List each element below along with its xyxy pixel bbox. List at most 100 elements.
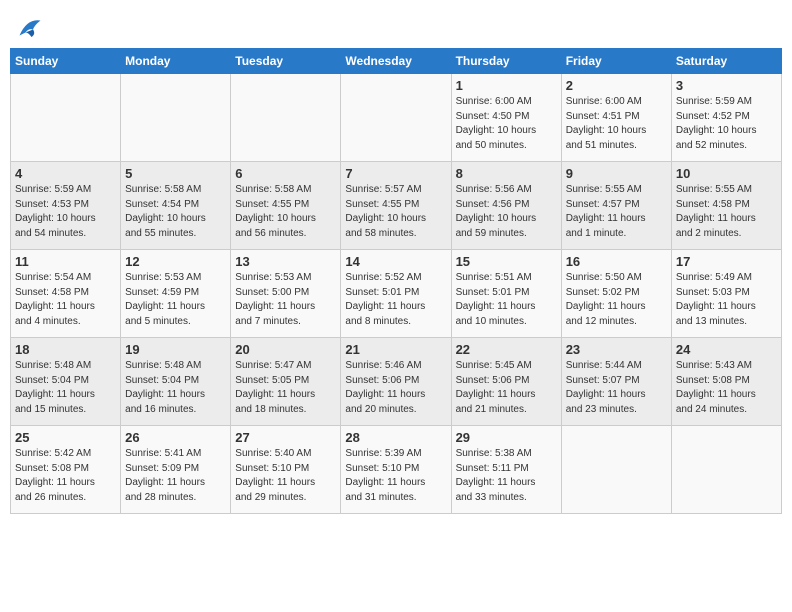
calendar-cell: 12 Sunrise: 5:53 AM Sunset: 4:59 PM Dayli…: [121, 250, 231, 338]
day-number: 28: [345, 430, 446, 445]
calendar-cell: 11Sunrise: 5:54 AM Sunset: 4:58 PM Dayli…: [11, 250, 121, 338]
day-info: Sunrise: 5:48 AM Sunset: 5:04 PM Dayligh…: [125, 359, 226, 417]
calendar-cell: 27 Sunrise: 5:40 AM Sunset: 5:10 PM Dayli…: [231, 426, 341, 514]
calendar-cell: 1 Sunrise: 6:00 AM Sunset: 4:50 PM Daylig…: [451, 74, 561, 162]
day-info: Sunrise: 5:38 AM Sunset: 5:11 PM Dayligh…: [456, 447, 557, 505]
calendar-cell: 20 Sunrise: 5:47 AM Sunset: 5:05 PM Dayli…: [231, 338, 341, 426]
day-info: Sunrise: 5:41 AM Sunset: 5:09 PM Dayligh…: [125, 447, 226, 505]
calendar-week-row: 25 Sunrise: 5:42 AM Sunset: 5:08 PM Dayli…: [11, 426, 782, 514]
calendar-cell: [561, 426, 671, 514]
calendar-cell: [671, 426, 781, 514]
day-number: 13: [235, 254, 336, 269]
calendar-cell: 23 Sunrise: 5:44 AM Sunset: 5:07 PM Dayli…: [561, 338, 671, 426]
calendar-cell: 9 Sunrise: 5:55 AM Sunset: 4:57 PM Daylig…: [561, 162, 671, 250]
day-number: 20: [235, 342, 336, 357]
day-number: 10: [676, 166, 777, 181]
day-info: Sunrise: 5:48 AM Sunset: 5:04 PM Dayligh…: [15, 359, 116, 417]
day-info: Sunrise: 5:59 AM Sunset: 4:52 PM Dayligh…: [676, 95, 777, 153]
day-info: Sunrise: 5:53 AM Sunset: 4:59 PM Dayligh…: [125, 271, 226, 329]
day-info: Sunrise: 5:45 AM Sunset: 5:06 PM Dayligh…: [456, 359, 557, 417]
calendar-cell: 26 Sunrise: 5:41 AM Sunset: 5:09 PM Dayli…: [121, 426, 231, 514]
calendar-cell: 8 Sunrise: 5:56 AM Sunset: 4:56 PM Daylig…: [451, 162, 561, 250]
col-header-monday: Monday: [121, 49, 231, 74]
day-number: 21: [345, 342, 446, 357]
day-number: 6: [235, 166, 336, 181]
calendar-cell: 16Sunrise: 5:50 AM Sunset: 5:02 PM Dayli…: [561, 250, 671, 338]
calendar-cell: 6Sunrise: 5:58 AM Sunset: 4:55 PM Daylig…: [231, 162, 341, 250]
calendar-body: 1 Sunrise: 6:00 AM Sunset: 4:50 PM Daylig…: [11, 74, 782, 514]
day-info: Sunrise: 5:55 AM Sunset: 4:57 PM Dayligh…: [566, 183, 667, 241]
day-number: 17: [676, 254, 777, 269]
day-number: 11: [15, 254, 116, 269]
day-info: Sunrise: 5:40 AM Sunset: 5:10 PM Dayligh…: [235, 447, 336, 505]
calendar-cell: 7 Sunrise: 5:57 AM Sunset: 4:55 PM Daylig…: [341, 162, 451, 250]
day-info: Sunrise: 5:42 AM Sunset: 5:08 PM Dayligh…: [15, 447, 116, 505]
calendar-cell: 25 Sunrise: 5:42 AM Sunset: 5:08 PM Dayli…: [11, 426, 121, 514]
day-number: 8: [456, 166, 557, 181]
day-info: Sunrise: 5:43 AM Sunset: 5:08 PM Dayligh…: [676, 359, 777, 417]
calendar-week-row: 18 Sunrise: 5:48 AM Sunset: 5:04 PM Dayli…: [11, 338, 782, 426]
calendar-cell: 22 Sunrise: 5:45 AM Sunset: 5:06 PM Dayli…: [451, 338, 561, 426]
day-number: 4: [15, 166, 116, 181]
day-number: 29: [456, 430, 557, 445]
day-number: 26: [125, 430, 226, 445]
calendar-week-row: 4 Sunrise: 5:59 AM Sunset: 4:53 PM Daylig…: [11, 162, 782, 250]
day-number: 1: [456, 78, 557, 93]
day-number: 23: [566, 342, 667, 357]
calendar-cell: [231, 74, 341, 162]
day-number: 12: [125, 254, 226, 269]
day-number: 7: [345, 166, 446, 181]
day-info: Sunrise: 5:47 AM Sunset: 5:05 PM Dayligh…: [235, 359, 336, 417]
day-info: Sunrise: 5:44 AM Sunset: 5:07 PM Dayligh…: [566, 359, 667, 417]
day-info: Sunrise: 5:57 AM Sunset: 4:55 PM Dayligh…: [345, 183, 446, 241]
calendar-cell: 4 Sunrise: 5:59 AM Sunset: 4:53 PM Daylig…: [11, 162, 121, 250]
calendar-cell: 15Sunrise: 5:51 AM Sunset: 5:01 PM Dayli…: [451, 250, 561, 338]
day-info: Sunrise: 6:00 AM Sunset: 4:50 PM Dayligh…: [456, 95, 557, 153]
day-number: 18: [15, 342, 116, 357]
day-number: 19: [125, 342, 226, 357]
day-number: 3: [676, 78, 777, 93]
day-info: Sunrise: 5:52 AM Sunset: 5:01 PM Dayligh…: [345, 271, 446, 329]
day-number: 5: [125, 166, 226, 181]
calendar-week-row: 11Sunrise: 5:54 AM Sunset: 4:58 PM Dayli…: [11, 250, 782, 338]
col-header-sunday: Sunday: [11, 49, 121, 74]
calendar-cell: [121, 74, 231, 162]
calendar-table: SundayMondayTuesdayWednesdayThursdayFrid…: [10, 48, 782, 514]
day-info: Sunrise: 5:39 AM Sunset: 5:10 PM Dayligh…: [345, 447, 446, 505]
col-header-tuesday: Tuesday: [231, 49, 341, 74]
calendar-cell: 29 Sunrise: 5:38 AM Sunset: 5:11 PM Dayli…: [451, 426, 561, 514]
col-header-saturday: Saturday: [671, 49, 781, 74]
calendar-cell: 24 Sunrise: 5:43 AM Sunset: 5:08 PM Dayli…: [671, 338, 781, 426]
day-info: Sunrise: 5:50 AM Sunset: 5:02 PM Dayligh…: [566, 271, 667, 329]
col-header-wednesday: Wednesday: [341, 49, 451, 74]
day-info: Sunrise: 5:58 AM Sunset: 4:54 PM Dayligh…: [125, 183, 226, 241]
page-header: [10, 10, 782, 42]
day-number: 9: [566, 166, 667, 181]
day-info: Sunrise: 5:53 AM Sunset: 5:00 PM Dayligh…: [235, 271, 336, 329]
calendar-cell: 13 Sunrise: 5:53 AM Sunset: 5:00 PM Dayli…: [231, 250, 341, 338]
col-header-thursday: Thursday: [451, 49, 561, 74]
day-info: Sunrise: 5:46 AM Sunset: 5:06 PM Dayligh…: [345, 359, 446, 417]
day-info: Sunrise: 5:56 AM Sunset: 4:56 PM Dayligh…: [456, 183, 557, 241]
calendar-cell: [341, 74, 451, 162]
calendar-cell: 14Sunrise: 5:52 AM Sunset: 5:01 PM Dayli…: [341, 250, 451, 338]
calendar-cell: 17 Sunrise: 5:49 AM Sunset: 5:03 PM Dayli…: [671, 250, 781, 338]
calendar-cell: 5 Sunrise: 5:58 AM Sunset: 4:54 PM Daylig…: [121, 162, 231, 250]
day-number: 24: [676, 342, 777, 357]
day-info: Sunrise: 5:55 AM Sunset: 4:58 PM Dayligh…: [676, 183, 777, 241]
calendar-cell: 10 Sunrise: 5:55 AM Sunset: 4:58 PM Dayli…: [671, 162, 781, 250]
day-number: 25: [15, 430, 116, 445]
calendar-cell: 19 Sunrise: 5:48 AM Sunset: 5:04 PM Dayli…: [121, 338, 231, 426]
calendar-week-row: 1 Sunrise: 6:00 AM Sunset: 4:50 PM Daylig…: [11, 74, 782, 162]
calendar-cell: 21 Sunrise: 5:46 AM Sunset: 5:06 PM Dayli…: [341, 338, 451, 426]
day-info: Sunrise: 5:49 AM Sunset: 5:03 PM Dayligh…: [676, 271, 777, 329]
day-info: Sunrise: 6:00 AM Sunset: 4:51 PM Dayligh…: [566, 95, 667, 153]
day-number: 22: [456, 342, 557, 357]
day-info: Sunrise: 5:51 AM Sunset: 5:01 PM Dayligh…: [456, 271, 557, 329]
logo: [10, 14, 42, 42]
calendar-cell: 28 Sunrise: 5:39 AM Sunset: 5:10 PM Dayli…: [341, 426, 451, 514]
calendar-header-row: SundayMondayTuesdayWednesdayThursdayFrid…: [11, 49, 782, 74]
day-number: 2: [566, 78, 667, 93]
day-number: 27: [235, 430, 336, 445]
day-info: Sunrise: 5:59 AM Sunset: 4:53 PM Dayligh…: [15, 183, 116, 241]
